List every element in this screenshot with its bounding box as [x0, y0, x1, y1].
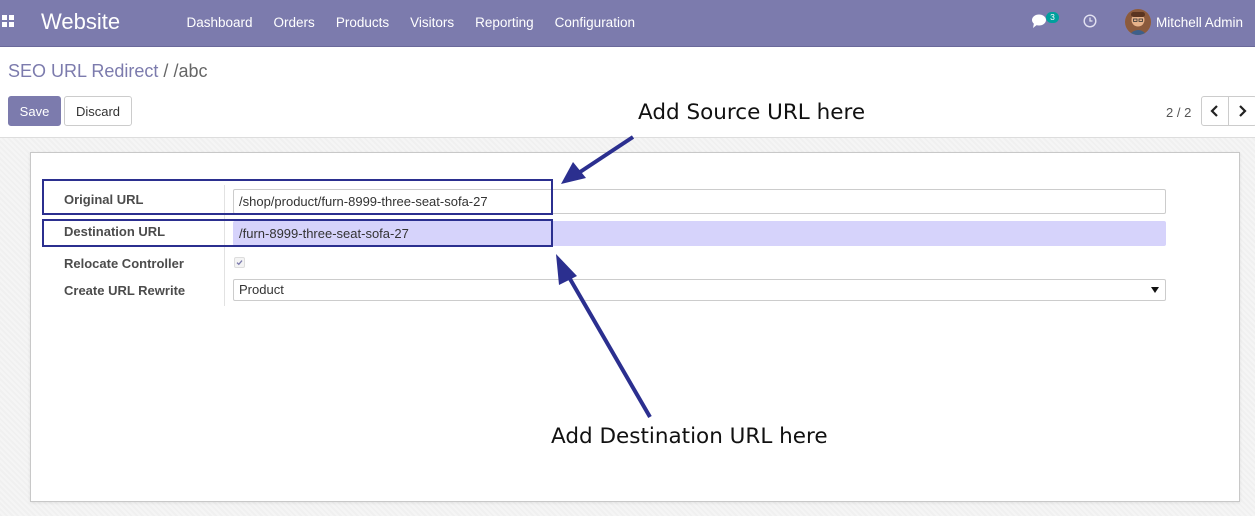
- user-name[interactable]: Mitchell Admin: [1156, 15, 1243, 30]
- chevron-right-icon: [1239, 105, 1247, 117]
- user-avatar[interactable]: [1125, 9, 1151, 35]
- control-panel: SEO URL Redirect / /abc Save Discard 2 /…: [0, 47, 1255, 138]
- destination-url-highlight-box: [42, 219, 553, 247]
- create-url-rewrite-value: Product: [239, 282, 284, 297]
- breadcrumb: SEO URL Redirect / /abc: [8, 61, 207, 82]
- main-menu: Dashboard Orders Products Visitors Repor…: [176, 0, 645, 46]
- menu-item-orders[interactable]: Orders: [263, 0, 325, 46]
- clock-icon[interactable]: [1083, 14, 1097, 28]
- original-url-highlight-box: [42, 179, 553, 215]
- chevron-left-icon: [1210, 105, 1218, 117]
- top-navbar: Website Dashboard Orders Products Visito…: [0, 0, 1255, 47]
- breadcrumb-current: /abc: [173, 61, 208, 81]
- source-url-note: Add Source URL here: [638, 100, 866, 125]
- app-title: Website: [41, 9, 121, 34]
- destination-url-note: Add Destination URL here: [551, 424, 828, 449]
- menu-item-visitors[interactable]: Visitors: [400, 0, 465, 46]
- caret-down-icon: [1151, 287, 1159, 293]
- relocate-controller-checkbox[interactable]: [234, 257, 245, 268]
- create-url-rewrite-label: Create URL Rewrite: [64, 283, 186, 298]
- create-url-rewrite-select[interactable]: Product: [233, 279, 1166, 301]
- checkmark-icon: [236, 260, 243, 266]
- menu-item-dashboard[interactable]: Dashboard: [176, 0, 263, 46]
- apps-grid-icon[interactable]: [2, 15, 16, 29]
- discard-button[interactable]: Discard: [64, 96, 132, 126]
- pager-next-button[interactable]: [1229, 96, 1255, 126]
- breadcrumb-parent-link[interactable]: SEO URL Redirect: [8, 61, 158, 81]
- chat-count-badge: 3: [1046, 12, 1059, 23]
- menu-item-products[interactable]: Products: [325, 0, 399, 46]
- pager-previous-button[interactable]: [1201, 96, 1229, 126]
- breadcrumb-separator: /: [163, 61, 169, 81]
- save-button[interactable]: Save: [8, 96, 61, 126]
- pager-value[interactable]: 2 / 2: [1166, 105, 1191, 120]
- menu-item-configuration[interactable]: Configuration: [544, 0, 645, 46]
- relocate-controller-label: Relocate Controller: [64, 256, 184, 271]
- menu-item-reporting[interactable]: Reporting: [465, 0, 545, 46]
